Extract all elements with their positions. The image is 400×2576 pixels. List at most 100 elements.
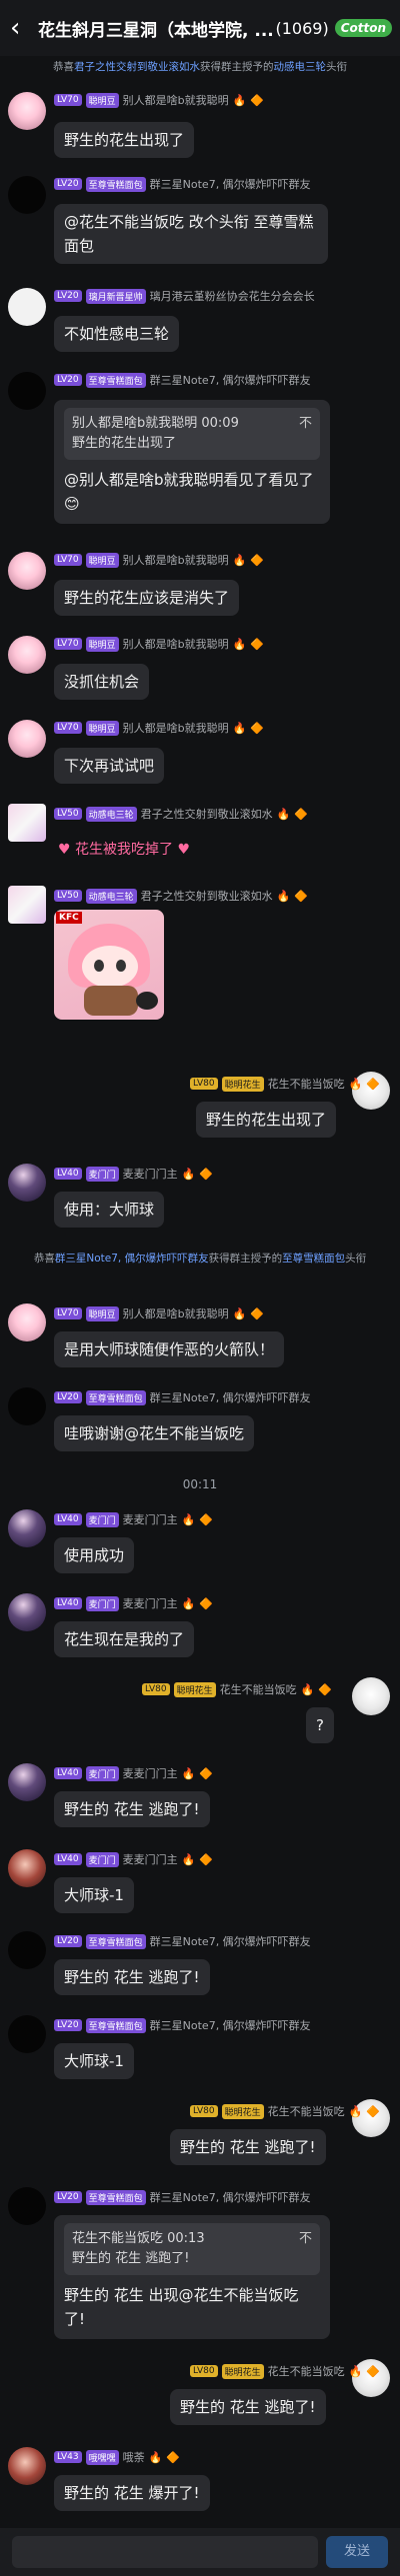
avatar[interactable] xyxy=(8,1387,46,1425)
sender-meta: LV20 璃月新晋星帅 璃月港云堇粉丝协会花生分会会长 xyxy=(54,288,315,304)
chat-header: ‹ 花生斜月三星洞（本地学院, ... (1069) Cotton xyxy=(0,0,400,56)
fire-icon: 🔥 xyxy=(181,1512,196,1526)
sticker-image[interactable]: KFC xyxy=(54,910,164,1020)
fire-icon: 🔥 xyxy=(348,2364,363,2378)
sender-meta: LV40 麦门门 麦麦门门主 🔥 🔶 xyxy=(54,1765,213,1781)
avatar[interactable] xyxy=(8,372,46,410)
message-bubble[interactable]: 使用：大师球 xyxy=(54,1192,165,1228)
message-bubble[interactable]: 野生的 花生 逃跑了! xyxy=(170,2389,326,2425)
sender-meta: LV50 动感电三轮 君子之性交射到敬业滚如水 🔥 🔶 xyxy=(54,888,308,904)
avatar[interactable] xyxy=(8,804,46,842)
message-bubble[interactable]: 哇哦谢谢@花生不能当饭吃 xyxy=(54,1415,255,1451)
message-bubble[interactable]: 野生的 花生 逃跑了! xyxy=(54,1791,210,1827)
message-bubble[interactable]: 野生的花生出现了 xyxy=(196,1102,337,1138)
sender-meta: LV70 聪明豆 别人都是啥b就我聪明 🔥 🔶 xyxy=(54,1305,264,1321)
message-bubble[interactable]: 野生的 花生 逃跑了! xyxy=(170,2129,326,2165)
badge-icon: 🔶 xyxy=(250,553,265,567)
sender-meta: LV80 聪明花生 花生不能当饭吃 🔥 🔶 xyxy=(142,1681,332,1697)
message-bubble[interactable]: 野生的 花生 爆开了! xyxy=(54,2475,210,2511)
fire-icon: 🔥 xyxy=(232,553,247,567)
fire-icon: 🔥 xyxy=(148,2450,163,2464)
avatar[interactable] xyxy=(8,2015,46,2053)
avatar[interactable] xyxy=(8,1164,46,1202)
sender-meta: LV20 至尊雪糕面包 群三星Note7, 偶尔爆炸吓吓群友 xyxy=(54,176,311,192)
sender-meta: LV20 至尊雪糕面包 群三星Note7, 偶尔爆炸吓吓群友 xyxy=(54,2189,311,2205)
sender-meta: LV80 聪明花生 花生不能当饭吃 🔥 🔶 xyxy=(190,2103,380,2119)
fire-icon: 🔥 xyxy=(348,2104,363,2118)
group-badge: Cotton xyxy=(334,19,392,37)
message-bubble[interactable]: 没抓住机会 xyxy=(54,664,150,700)
message-bubble[interactable]: 大师球-1 xyxy=(54,1877,134,1913)
system-notice: 恭喜君子之性交射到敬业滚如水获得群主授予的动感电三轮头衔 xyxy=(53,61,347,73)
avatar[interactable] xyxy=(8,886,46,924)
fire-icon: 🔥 xyxy=(232,637,247,651)
badge-icon: 🔶 xyxy=(250,721,265,735)
avatar[interactable] xyxy=(8,2447,46,2485)
message-bubble[interactable]: 下次再试试吧 xyxy=(54,748,165,784)
avatar[interactable] xyxy=(8,1509,46,1547)
message-bubble[interactable]: 花生现在是我的了 xyxy=(54,1621,195,1657)
avatar[interactable] xyxy=(8,1849,46,1887)
message-bubble[interactable]: @花生不能当饭吃 改个头衔 至尊雪糕面包 xyxy=(54,204,328,264)
avatar[interactable] xyxy=(8,552,46,590)
sender-meta: LV50 动感电三轮 君子之性交射到敬业滚如水 🔥 🔶 xyxy=(54,806,308,822)
avatar[interactable] xyxy=(8,720,46,758)
avatar[interactable] xyxy=(8,176,46,214)
chevron-left-icon[interactable]: ‹ xyxy=(10,15,30,41)
avatar[interactable] xyxy=(352,1677,390,1715)
sender-meta: LV40 麦门门 麦麦门门主 🔥 🔶 xyxy=(54,1166,213,1182)
avatar[interactable] xyxy=(8,636,46,674)
system-notice: 恭喜群三星Note7, 偶尔爆炸吓吓群友获得群主授予的至尊雪糕面包头衔 xyxy=(33,1253,367,1265)
message-bubble[interactable]: ? xyxy=(306,1707,334,1743)
sender-meta: LV70 聪明豆 别人都是啥b就我聪明 🔥 🔶 xyxy=(54,636,264,652)
fire-icon: 🔥 xyxy=(181,1766,196,1780)
message-bubble[interactable]: 使用成功 xyxy=(54,1537,135,1573)
sender-meta: LV40 麦门门 麦麦门门主 🔥 🔶 xyxy=(54,1851,213,1867)
close-icon: 不 xyxy=(298,2231,312,2246)
badge-icon: 🔶 xyxy=(294,889,309,903)
badge-icon: 🔶 xyxy=(250,93,265,107)
group-title: 花生斜月三星洞（本地学院, ... xyxy=(38,20,274,41)
composer-bar: 发送 xyxy=(0,2528,400,2576)
message-bubble[interactable]: 野生的 花生 逃跑了! xyxy=(54,1959,210,1995)
fire-icon: 🔥 xyxy=(300,1682,315,1696)
badge-icon: 🔶 xyxy=(294,807,309,821)
send-button[interactable]: 发送 xyxy=(326,2536,388,2568)
message-bubble[interactable]: 野生的花生出现了 xyxy=(54,122,195,158)
badge-icon: 🔶 xyxy=(250,637,265,651)
badge-icon: 🔶 xyxy=(166,2450,181,2464)
avatar[interactable] xyxy=(8,1763,46,1801)
sender-meta: LV20 至尊雪糕面包 群三星Note7, 偶尔爆炸吓吓群友 xyxy=(54,2017,311,2033)
fire-icon: 🔥 xyxy=(181,1596,196,1610)
fire-icon: 🔥 xyxy=(232,1306,247,1320)
badge-icon: 🔶 xyxy=(199,1766,214,1780)
avatar[interactable] xyxy=(8,1303,46,1341)
message-bubble[interactable]: 大师球-1 xyxy=(54,2043,134,2079)
badge-icon: 🔶 xyxy=(366,2364,381,2378)
quoted-message[interactable]: 花生不能当饭吃 00:13 野生的 花生 逃跑了! 不 xyxy=(64,2223,320,2275)
message-bubble[interactable]: ♥ 花生被我吃掉了 ♥ xyxy=(48,832,200,868)
avatar[interactable] xyxy=(8,1593,46,1631)
avatar[interactable] xyxy=(8,92,46,130)
badge-icon: 🔶 xyxy=(199,1596,214,1610)
badge-icon: 🔶 xyxy=(199,1167,214,1181)
avatar[interactable] xyxy=(8,288,46,326)
message-input[interactable] xyxy=(12,2536,318,2568)
badge-icon: 🔶 xyxy=(366,2104,381,2118)
quote-reply-bubble[interactable]: 花生不能当饭吃 00:13 野生的 花生 逃跑了! 不 野生的 花生 出现@花生… xyxy=(54,2215,330,2339)
message-bubble[interactable]: 是用大师球随便作恶的火箭队！ xyxy=(54,1331,285,1367)
sender-meta: LV40 麦门门 麦麦门门主 🔥 🔶 xyxy=(54,1595,213,1611)
fire-icon: 🔥 xyxy=(348,1077,363,1091)
sender-meta: LV43 哦嘿嘿 哦荼 🔥 🔶 xyxy=(54,2449,180,2465)
fire-icon: 🔥 xyxy=(232,721,247,735)
badge-icon: 🔶 xyxy=(199,1852,214,1866)
quote-reply-bubble[interactable]: 别人都是啥b就我聪明 00:09 野生的花生出现了 不 @别人都是啥b就我聪明看… xyxy=(54,400,330,524)
fire-icon: 🔥 xyxy=(276,807,291,821)
sender-meta: LV40 麦门门 麦麦门门主 🔥 🔶 xyxy=(54,1511,213,1527)
avatar[interactable] xyxy=(8,2187,46,2225)
sender-meta: LV80 聪明花生 花生不能当饭吃 🔥 🔶 xyxy=(190,2363,380,2379)
message-bubble[interactable]: 不如性感电三轮 xyxy=(54,316,180,352)
message-bubble[interactable]: 野生的花生应该是消失了 xyxy=(54,580,240,616)
avatar[interactable] xyxy=(8,1931,46,1969)
quoted-message[interactable]: 别人都是啥b就我聪明 00:09 野生的花生出现了 不 xyxy=(64,408,320,460)
